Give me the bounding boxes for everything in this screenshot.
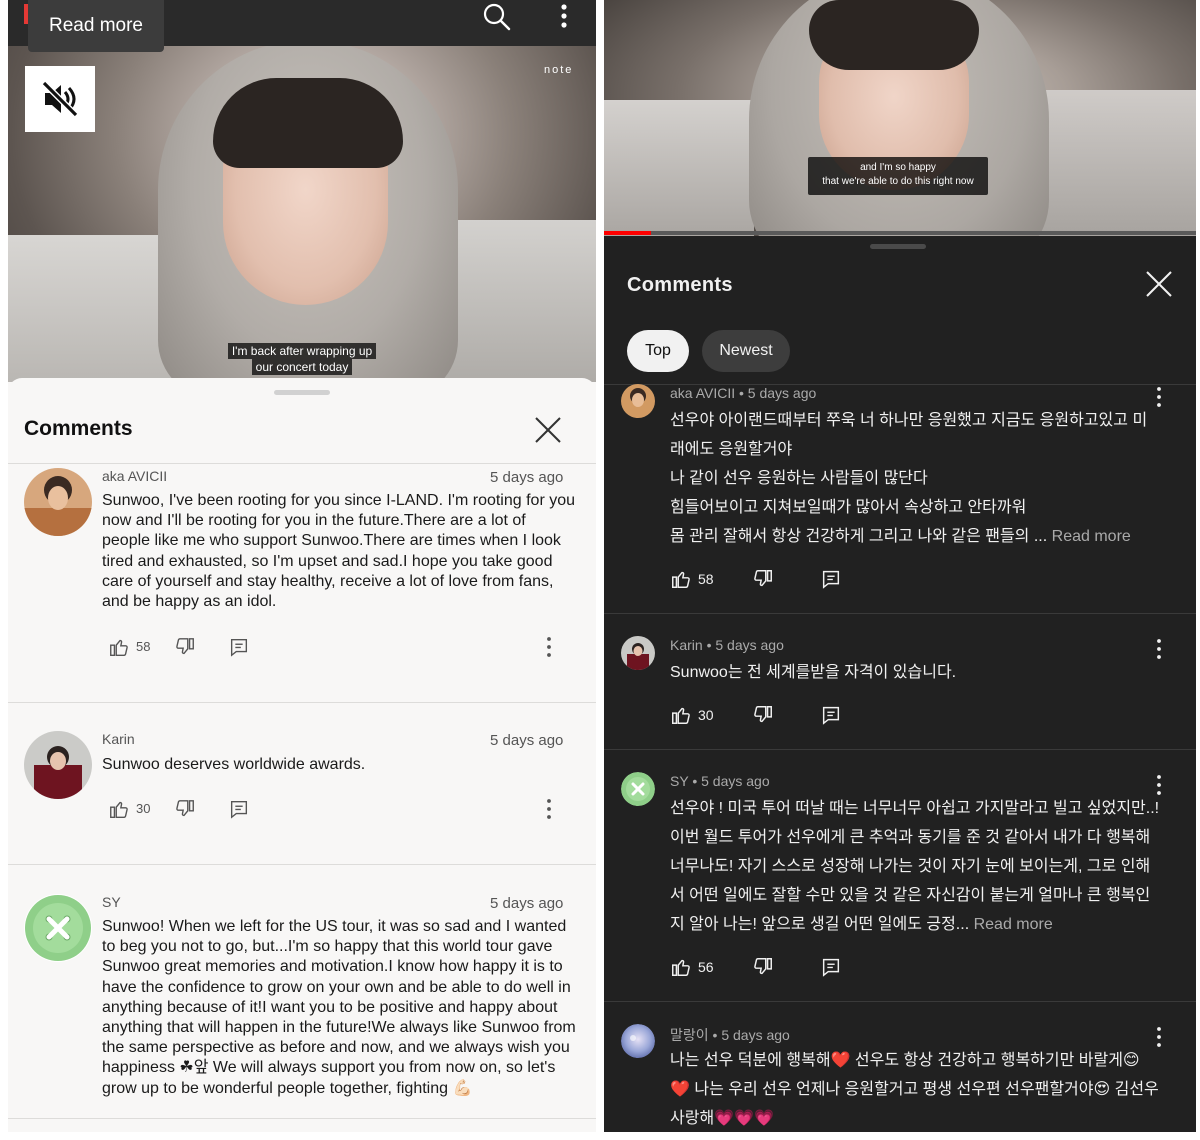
comment-actions: 58 bbox=[670, 568, 970, 592]
close-icon[interactable] bbox=[534, 416, 562, 444]
comment-time: 5 days ago bbox=[490, 732, 564, 749]
progress-bar[interactable] bbox=[604, 231, 1196, 235]
comment-actions: 56 bbox=[670, 956, 970, 980]
header-divider bbox=[8, 463, 596, 464]
right-screenshot: and I'm so happy that we're able to do t… bbox=[604, 0, 1196, 1132]
comment-body: 선우야 ! 미국 투어 떠날 때는 너무너무 아쉽고 가지말라고 빌고 싶었지만… bbox=[670, 800, 1160, 933]
avatar[interactable] bbox=[621, 384, 655, 418]
left-screenshot: Read more note I'm back after wrapping u… bbox=[8, 0, 596, 1132]
mute-button[interactable] bbox=[25, 66, 95, 132]
thumb-down-icon[interactable] bbox=[752, 568, 774, 590]
volume-off-icon bbox=[41, 80, 79, 118]
comment-meta: aka AVICII • 5 days ago bbox=[670, 385, 817, 401]
reply-icon[interactable] bbox=[228, 798, 250, 820]
comment-text: Sunwoo, I've been rooting for you since … bbox=[102, 492, 576, 611]
comment-actions: 30 bbox=[108, 798, 568, 822]
caption-box: and I'm so happy that we're able to do t… bbox=[808, 157, 988, 195]
comments-sheet: Comments Top Newest aka AVICII • 5 days … bbox=[604, 236, 1196, 1132]
caption-line-2: our concert today bbox=[8, 358, 596, 376]
search-icon[interactable] bbox=[482, 2, 512, 32]
bottom-divider bbox=[8, 1118, 596, 1119]
like-count: 58 bbox=[698, 571, 714, 587]
comment-text: Sunwoo! When we left for the US tour, it… bbox=[102, 918, 576, 1097]
comment-text: 선우야 아이랜드때부터 쭈욱 너 하나만 응원했고 지금도 응원하고있고 미래에… bbox=[670, 406, 1160, 551]
avatar[interactable] bbox=[24, 468, 92, 536]
video-frame-hair bbox=[809, 0, 979, 70]
comment-author[interactable]: SY bbox=[102, 894, 121, 910]
comment-text: 나는 선우 덕분에 행복해❤️ 선우도 항상 건강하고 행복하기만 바랄게😊 ❤… bbox=[670, 1052, 1159, 1127]
avatar[interactable] bbox=[621, 772, 655, 806]
comment-divider bbox=[8, 702, 596, 703]
comment-divider bbox=[8, 864, 596, 865]
thumb-down-icon[interactable] bbox=[174, 798, 196, 820]
drag-handle[interactable] bbox=[274, 390, 330, 395]
read-more-tooltip[interactable]: Read more bbox=[28, 0, 164, 52]
avatar[interactable] bbox=[24, 731, 92, 799]
chip-newest[interactable]: Newest bbox=[702, 330, 790, 372]
comments-title: Comments bbox=[627, 274, 733, 296]
video-frame-bed-right bbox=[1034, 90, 1196, 236]
more-vert-icon[interactable] bbox=[1154, 774, 1164, 796]
caption-text-1: and I'm so happy bbox=[860, 162, 936, 173]
thumb-down-icon[interactable] bbox=[752, 956, 774, 978]
comment-divider bbox=[604, 749, 1196, 750]
more-vert-icon[interactable] bbox=[1154, 1026, 1164, 1048]
comment-text: Sunwoo deserves worldwide awards. bbox=[102, 756, 366, 773]
thumb-up-icon[interactable] bbox=[670, 956, 692, 978]
comment-meta: Karin • 5 days ago bbox=[670, 637, 784, 653]
comment-author[interactable]: Karin bbox=[102, 731, 135, 747]
comments-title: Comments bbox=[24, 417, 133, 440]
read-more-link[interactable]: Read more bbox=[1052, 528, 1131, 545]
chip-top[interactable]: Top bbox=[627, 330, 689, 372]
comment-actions: 30 bbox=[670, 704, 970, 728]
comment-meta: SY • 5 days ago bbox=[670, 773, 770, 789]
comments-sheet: Comments aka AVICII 5 days ago Sunwoo, I… bbox=[8, 378, 596, 1132]
close-icon[interactable] bbox=[1145, 270, 1173, 298]
comment-author[interactable]: aka AVICII bbox=[102, 468, 167, 484]
more-vert-icon[interactable] bbox=[538, 636, 560, 658]
channel-watermark: note bbox=[544, 64, 574, 76]
read-more-link[interactable]: Read more bbox=[974, 916, 1053, 933]
like-count: 58 bbox=[136, 639, 151, 654]
comment-time: 5 days ago bbox=[490, 895, 564, 912]
thumb-up-icon[interactable] bbox=[108, 636, 130, 658]
comment-text: Sunwoo는 전 세계를받을 자격이 있습니다. bbox=[670, 664, 957, 681]
video-player[interactable]: and I'm so happy that we're able to do t… bbox=[604, 0, 1196, 236]
reply-icon[interactable] bbox=[820, 568, 842, 590]
comment-meta: 말랑이 • 5 days ago bbox=[670, 1027, 790, 1043]
thumb-up-icon[interactable] bbox=[670, 568, 692, 590]
thumb-up-icon[interactable] bbox=[108, 798, 130, 820]
thumb-down-icon[interactable] bbox=[752, 704, 774, 726]
more-vert-icon[interactable] bbox=[1154, 638, 1164, 660]
drag-handle[interactable] bbox=[870, 244, 926, 249]
caption-text-2: that we're able to do this right now bbox=[822, 176, 974, 187]
avatar[interactable] bbox=[621, 1024, 655, 1058]
comment-actions: 58 bbox=[108, 636, 568, 660]
thumb-down-icon[interactable] bbox=[174, 636, 196, 658]
thumb-up-icon[interactable] bbox=[670, 704, 692, 726]
avatar[interactable] bbox=[24, 894, 92, 962]
video-frame-hair bbox=[213, 78, 403, 168]
like-count: 30 bbox=[698, 707, 714, 723]
comment-body: 선우야 아이랜드때부터 쭈욱 너 하나만 응원했고 지금도 응원하고있고 미래에… bbox=[670, 412, 1148, 545]
comment-divider bbox=[604, 1001, 1196, 1002]
more-vert-icon[interactable] bbox=[1154, 386, 1164, 408]
video-frame-bed bbox=[604, 100, 754, 236]
caption-text-1: I'm back after wrapping up bbox=[227, 343, 377, 359]
progress-fill bbox=[604, 231, 652, 235]
caption-text-2: our concert today bbox=[251, 359, 353, 375]
comment-divider bbox=[604, 613, 1196, 614]
video-player[interactable]: Read more note I'm back after wrapping u… bbox=[8, 0, 596, 382]
more-vert-icon[interactable] bbox=[538, 798, 560, 820]
like-count: 30 bbox=[136, 801, 151, 816]
more-vert-icon[interactable] bbox=[556, 2, 572, 32]
like-count: 56 bbox=[698, 959, 714, 975]
reply-icon[interactable] bbox=[228, 636, 250, 658]
reply-icon[interactable] bbox=[820, 956, 842, 978]
comment-time: 5 days ago bbox=[490, 469, 564, 486]
avatar[interactable] bbox=[621, 636, 655, 670]
comment-text: 선우야 ! 미국 투어 떠날 때는 너무너무 아쉽고 가지말라고 빌고 싶었지만… bbox=[670, 794, 1160, 939]
reply-icon[interactable] bbox=[820, 704, 842, 726]
